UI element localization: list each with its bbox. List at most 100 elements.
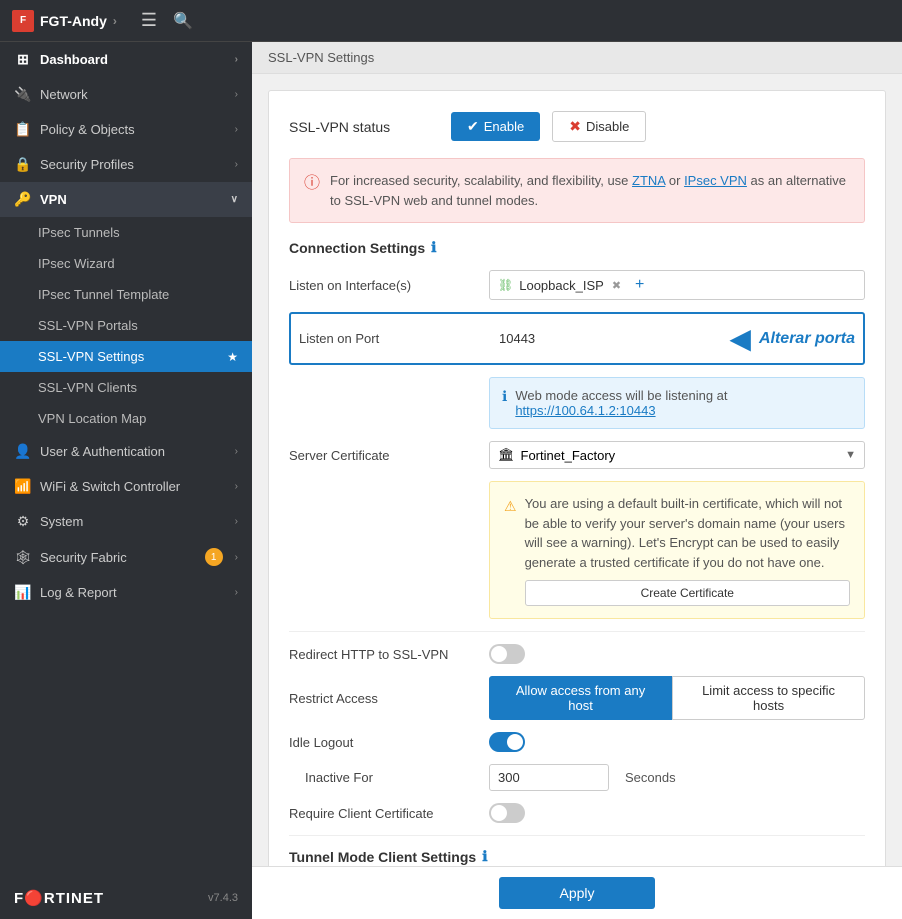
sidebar-footer: F🔴RTINET v7.4.3 — [0, 877, 252, 919]
sidebar-item-network[interactable]: 🔌 Network › — [0, 77, 252, 112]
status-row: SSL-VPN status ✔ Enable ✖ Disable — [289, 111, 865, 142]
connection-info-icon[interactable]: ℹ — [431, 239, 436, 256]
chevron-icon: › — [235, 124, 238, 135]
cert-chevron-icon: ▼ — [845, 449, 856, 461]
cert-icon: 🏛 — [498, 447, 515, 463]
listen-interface-row: Listen on Interface(s) ⛓ Loopback_ISP ✖ … — [289, 270, 865, 300]
search-icon[interactable]: 🔍 — [173, 11, 193, 31]
idle-logout-label: Idle Logout — [289, 735, 489, 750]
inactive-for-row: Inactive For Seconds — [289, 764, 865, 791]
app-name-label: FGT-Andy — [40, 13, 107, 29]
bottom-bar: Apply — [252, 866, 902, 919]
redirect-http-toggle[interactable] — [489, 644, 525, 664]
policy-icon: 📋 — [14, 121, 32, 138]
vpn-icon: 🔑 — [14, 191, 32, 208]
top-bar-logo: F FGT-Andy › — [12, 10, 117, 32]
require-cert-toggle[interactable] — [489, 803, 525, 823]
sidebar-item-vpn[interactable]: 🔑 VPN ∨ — [0, 182, 252, 217]
sidebar-item-vpn-location-map[interactable]: VPN Location Map — [0, 403, 252, 434]
sidebar-label-system: System — [40, 514, 83, 529]
inactive-for-field: Seconds — [489, 764, 676, 791]
interface-selector[interactable]: ⛓ Loopback_ISP ✖ + — [489, 270, 865, 300]
sidebar-item-wifi-switch[interactable]: 📶 WiFi & Switch Controller › — [0, 469, 252, 504]
require-cert-label: Require Client Certificate — [289, 806, 489, 821]
create-cert-button[interactable]: Create Certificate — [525, 580, 850, 606]
star-icon[interactable]: ★ — [227, 350, 238, 364]
warning-icon: ⚠ — [504, 496, 517, 517]
sidebar-item-policy-objects[interactable]: 📋 Policy & Objects › — [0, 112, 252, 147]
ztna-link[interactable]: ZTNA — [632, 173, 665, 188]
alert-icon: ⓘ — [304, 172, 320, 196]
system-icon: ⚙ — [14, 513, 32, 530]
ipsec-link[interactable]: IPsec VPN — [684, 173, 747, 188]
enable-button[interactable]: ✔ Enable — [451, 112, 540, 141]
disable-label: Disable — [586, 119, 629, 134]
sidebar-label-ssl-vpn-clients: SSL-VPN Clients — [38, 380, 137, 395]
toggle-knob — [491, 805, 507, 821]
sidebar-label-security-fabric: Security Fabric — [40, 550, 127, 565]
interface-value: Loopback_ISP — [519, 278, 604, 293]
disable-button[interactable]: ✖ Disable — [552, 111, 646, 142]
chevron-icon: › — [235, 552, 238, 563]
interface-add-icon[interactable]: + — [635, 276, 644, 294]
logo-icon: F — [12, 10, 34, 32]
sidebar-item-ssl-vpn-clients[interactable]: SSL-VPN Clients — [0, 372, 252, 403]
arrow-icon: ◀ — [729, 322, 751, 355]
sidebar-item-log-report[interactable]: 📊 Log & Report › — [0, 575, 252, 610]
tunnel-info-icon[interactable]: ℹ — [482, 848, 487, 865]
security-fabric-badge: 1 — [205, 548, 223, 566]
sidebar-item-security-fabric[interactable]: 🕸 Security Fabric 1 › — [0, 539, 252, 575]
top-bar-chevron: › — [113, 14, 117, 28]
sidebar-item-ipsec-wizard[interactable]: IPsec Wizard — [0, 248, 252, 279]
breadcrumb: SSL-VPN Settings — [252, 42, 902, 74]
cert-select[interactable]: 🏛 Fortinet_Factory ▼ — [489, 441, 865, 469]
security-fabric-icon: 🕸 — [14, 549, 32, 566]
sidebar-item-ssl-vpn-settings[interactable]: SSL-VPN Settings ★ — [0, 341, 252, 372]
inactive-for-input[interactable] — [489, 764, 609, 791]
idle-logout-toggle[interactable] — [489, 732, 525, 752]
sidebar-label-network: Network — [40, 87, 88, 102]
apply-button[interactable]: Apply — [499, 877, 654, 909]
idle-logout-row: Idle Logout — [289, 732, 865, 752]
content-area: SSL-VPN status ✔ Enable ✖ Disable ⓘ For … — [252, 74, 902, 866]
restrict-access-row: Restrict Access Allow access from any ho… — [289, 676, 865, 720]
listen-interface-field: ⛓ Loopback_ISP ✖ + — [489, 270, 865, 300]
connection-settings-title: Connection Settings ℹ — [289, 239, 865, 256]
server-cert-field: 🏛 Fortinet_Factory ▼ — [489, 441, 865, 469]
limit-hosts-button[interactable]: Limit access to specific hosts — [672, 676, 865, 720]
sidebar-item-ipsec-tunnels[interactable]: IPsec Tunnels — [0, 217, 252, 248]
sidebar: ⊞ Dashboard › 🔌 Network › 📋 Policy & Obj… — [0, 42, 252, 919]
version-label: v7.4.3 — [208, 892, 238, 904]
info-icon: ℹ — [502, 388, 507, 405]
sidebar-item-system[interactable]: ⚙ System › — [0, 504, 252, 539]
restrict-access-btn-group: Allow access from any host Limit access … — [489, 676, 865, 720]
listen-port-input[interactable] — [499, 331, 721, 346]
breadcrumb-text: SSL-VPN Settings — [268, 50, 374, 65]
sidebar-label-vpn-location-map: VPN Location Map — [38, 411, 146, 426]
hamburger-icon[interactable]: ☰ — [141, 10, 157, 31]
log-report-icon: 📊 — [14, 584, 32, 601]
listen-interface-label: Listen on Interface(s) — [289, 278, 489, 293]
tunnel-mode-title: Tunnel Mode Client Settings ℹ — [289, 848, 865, 865]
sidebar-item-ipsec-tunnel-template[interactable]: IPsec Tunnel Template — [0, 279, 252, 310]
settings-card: SSL-VPN status ✔ Enable ✖ Disable ⓘ For … — [268, 90, 886, 866]
sidebar-item-ssl-vpn-portals[interactable]: SSL-VPN Portals — [0, 310, 252, 341]
sidebar-item-user-auth[interactable]: 👤 User & Authentication › — [0, 434, 252, 469]
sidebar-item-security-profiles[interactable]: 🔒 Security Profiles › — [0, 147, 252, 182]
sidebar-label-policy: Policy & Objects — [40, 122, 135, 137]
main-content: SSL-VPN Settings SSL-VPN status ✔ Enable… — [252, 42, 902, 919]
user-auth-icon: 👤 — [14, 443, 32, 460]
toggle-knob — [491, 646, 507, 662]
enable-label: Enable — [484, 119, 524, 134]
alert-banner: ⓘ For increased security, scalability, a… — [289, 158, 865, 223]
allow-any-host-button[interactable]: Allow access from any host — [489, 676, 672, 720]
inactive-for-label: Inactive For — [289, 770, 489, 785]
sidebar-item-dashboard[interactable]: ⊞ Dashboard › — [0, 42, 252, 77]
wifi-icon: 📶 — [14, 478, 32, 495]
x-icon: ✖ — [569, 118, 581, 135]
sidebar-label-log-report: Log & Report — [40, 585, 117, 600]
chevron-icon: › — [235, 516, 238, 527]
webmode-url-link[interactable]: https://100.64.1.2:10443 — [515, 403, 655, 418]
interface-remove-icon[interactable]: ✖ — [612, 279, 621, 292]
server-cert-row: Server Certificate 🏛 Fortinet_Factory ▼ — [289, 441, 865, 469]
